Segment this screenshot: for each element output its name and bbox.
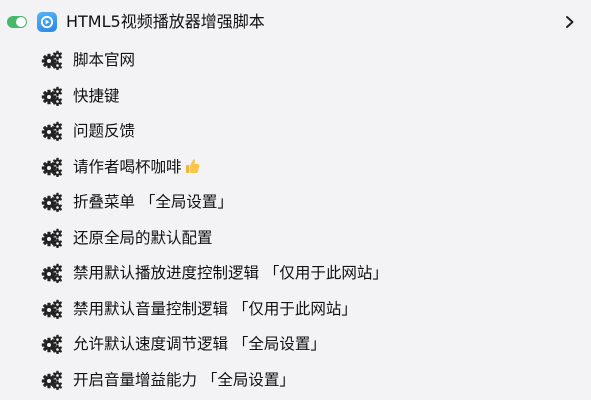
menu-item-disable-volume-control[interactable]: 禁用默认音量控制逻辑 「仅用于此网站」 (0, 291, 591, 327)
menu-item-label: 禁用默认音量控制逻辑 「仅用于此网站」 (73, 299, 357, 318)
gear-icon (41, 334, 63, 354)
gear-icon (41, 121, 63, 141)
userscript-menu: HTML5视频播放器增强脚本 脚本官网 快捷键 问题反馈 请作者喝杯咖啡 折叠菜… (0, 0, 591, 400)
menu-items: 脚本官网 快捷键 问题反馈 请作者喝杯咖啡 折叠菜单 「全局设置」 还原全局的默… (0, 42, 591, 397)
video-player-app-icon (37, 12, 57, 32)
menu-item-label: 开启音量增益能力 「全局设置」 (73, 370, 295, 389)
menu-item-restore-defaults[interactable]: 还原全局的默认配置 (0, 220, 591, 256)
menu-item-label: 问题反馈 (73, 122, 136, 140)
menu-item-enable-volume-gain[interactable]: 开启音量增益能力 「全局设置」 (0, 362, 591, 398)
script-header[interactable]: HTML5视频播放器增强脚本 (0, 0, 591, 44)
gear-icon (41, 192, 63, 212)
menu-item-label: 允许默认速度调节逻辑 「全局设置」 (73, 335, 326, 353)
script-title: HTML5视频播放器增强脚本 (66, 12, 265, 31)
menu-item-collapse-menu[interactable]: 折叠菜单 「全局设置」 (0, 184, 591, 220)
menu-item-label: 快捷键 (73, 86, 120, 105)
menu-item-feedback[interactable]: 问题反馈 (0, 113, 591, 149)
gear-icon (41, 263, 63, 283)
menu-item-label: 还原全局的默认配置 (73, 228, 213, 247)
chevron-right-icon[interactable] (563, 14, 577, 30)
gear-icon (41, 50, 63, 70)
menu-item-label: 脚本官网 (73, 51, 136, 69)
menu-item-buy-coffee[interactable]: 请作者喝杯咖啡 (0, 149, 591, 185)
menu-item-label: 请作者喝杯咖啡 (73, 156, 200, 178)
menu-item-text: 请作者喝杯咖啡 (73, 157, 182, 176)
toggle-on-icon[interactable] (7, 16, 27, 28)
thumbs-up-icon (185, 158, 199, 173)
menu-item-label: 折叠菜单 「全局设置」 (73, 193, 233, 211)
gear-icon (41, 228, 63, 248)
gear-icon (41, 370, 63, 390)
gear-icon (41, 157, 63, 177)
menu-item-script-website[interactable]: 脚本官网 (0, 42, 591, 78)
menu-item-disable-progress-control[interactable]: 禁用默认播放进度控制逻辑 「仅用于此网站」 (0, 255, 591, 291)
gear-icon (41, 86, 63, 106)
menu-item-label: 禁用默认播放进度控制逻辑 「仅用于此网站」 (73, 264, 388, 282)
gear-icon (41, 299, 63, 319)
toggle-knob (16, 17, 26, 27)
menu-item-shortcuts[interactable]: 快捷键 (0, 78, 591, 114)
menu-item-allow-speed-control[interactable]: 允许默认速度调节逻辑 「全局设置」 (0, 326, 591, 362)
